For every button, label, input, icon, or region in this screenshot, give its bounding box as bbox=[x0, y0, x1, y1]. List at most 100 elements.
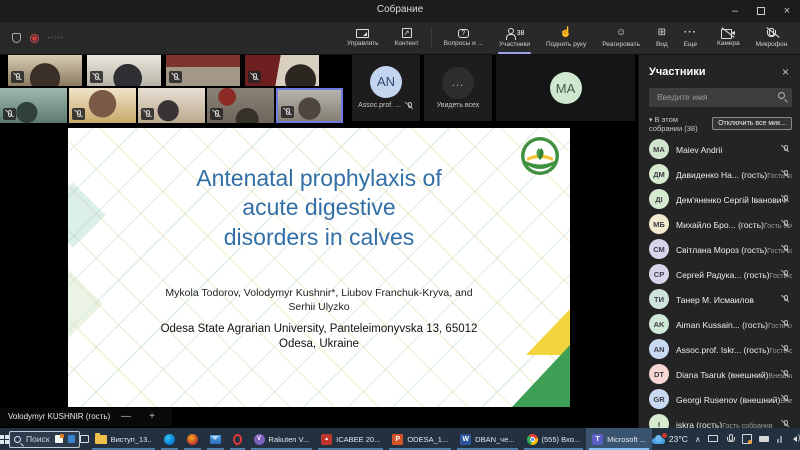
taskbar-app-folder[interactable]: Виступ_13.. bbox=[89, 428, 158, 450]
video-tile[interactable] bbox=[166, 55, 240, 86]
taskbar-app-chrome[interactable]: (555) Вхо... bbox=[521, 428, 587, 450]
meeting-toolbar: --:-- Управлять ↗ Контент ? Вопросы и ..… bbox=[0, 22, 800, 55]
avatar-tile-ma[interactable]: MA bbox=[496, 55, 635, 121]
mic-button[interactable]: Микрофон bbox=[749, 22, 795, 54]
video-tile[interactable] bbox=[138, 88, 205, 123]
participant-row[interactable]: GR Georgi Rusenov (внешний)Внешний bbox=[649, 387, 792, 412]
mute-all-button[interactable]: Отключить все мик... bbox=[712, 117, 792, 130]
video-tile[interactable] bbox=[8, 55, 82, 86]
word-icon: W bbox=[460, 434, 471, 445]
teams-meeting-window: Собрание – × --:-- Управлять ↗ Контент ? bbox=[0, 0, 800, 450]
meeting-stage-area: AN Assoc.prof. ... ... Увидеть всех MA bbox=[0, 55, 638, 428]
mic-off-badge bbox=[141, 108, 154, 120]
video-tile-active-speaker[interactable] bbox=[276, 88, 343, 123]
taskbar-app-firefox[interactable] bbox=[181, 428, 204, 450]
content-icon: ↗ bbox=[402, 28, 412, 38]
presenter-overlay: Volodymyr KUSHNIR (гость) — + bbox=[0, 408, 172, 426]
participant-row[interactable]: СР Сергей Радука... (гость)Гость собрани… bbox=[649, 262, 792, 287]
camera-button[interactable]: Камера bbox=[710, 22, 747, 54]
manage-button[interactable]: Управлять bbox=[340, 22, 386, 54]
view-button[interactable]: ⊞ Вид bbox=[649, 22, 675, 54]
temperature: 23°C bbox=[669, 434, 688, 444]
minimize-button[interactable]: – bbox=[722, 0, 748, 22]
taskbar-app-word[interactable]: W DBAN_че... bbox=[454, 428, 520, 450]
hidden-icons-chevron[interactable]: ∧ bbox=[695, 435, 701, 444]
mic-off-badge bbox=[11, 71, 24, 83]
video-tile[interactable] bbox=[87, 55, 161, 86]
taskbar-app-powerpoint[interactable]: P ODESA_1... bbox=[386, 428, 454, 450]
raise-hand-button[interactable]: ☝ Поднять руку bbox=[539, 22, 593, 54]
participants-list: MA Maiev Andrii ДМ Давиденко На... (гост… bbox=[649, 137, 792, 428]
video-tile[interactable] bbox=[245, 55, 319, 86]
participants-panel: Участники × В этом собрании (38) Отключи… bbox=[638, 55, 800, 428]
more-button[interactable]: ··· Еще bbox=[677, 22, 704, 54]
volume-tray-icon[interactable] bbox=[793, 434, 800, 444]
search-input[interactable] bbox=[649, 88, 792, 107]
participant-row[interactable]: DT Diana Tsaruk (внешний)Внешний bbox=[649, 362, 792, 387]
mic-off-icon bbox=[404, 101, 414, 111]
participants-button[interactable]: 38 Участники bbox=[492, 22, 537, 54]
avatar: MA bbox=[550, 72, 582, 104]
display-tray-icon[interactable] bbox=[708, 434, 718, 444]
taskbar-app-edge[interactable] bbox=[158, 428, 181, 450]
participant-row[interactable]: I iskra (гость)Гость собрания bbox=[649, 412, 792, 428]
slide-decor-green-triangle bbox=[512, 345, 570, 407]
avatar: DT bbox=[649, 364, 669, 384]
system-tray: 23°C ∧ РУС 15:10 bbox=[652, 434, 800, 444]
panel-title: Участники bbox=[649, 66, 706, 78]
taskbar-app-mail[interactable] bbox=[204, 428, 227, 450]
mic-off-badge bbox=[90, 71, 103, 83]
search-highlights-icon bbox=[55, 435, 63, 443]
participant-row[interactable]: ТИ Танер М. Исмаилов bbox=[649, 287, 792, 312]
participant-row[interactable]: MA Maiev Andrii bbox=[649, 137, 792, 162]
share-button[interactable]: ↑ Поделиться bbox=[796, 22, 800, 54]
mic-off-icon bbox=[780, 319, 790, 329]
section-label[interactable]: В этом собрании (38) bbox=[649, 115, 712, 133]
mic-tray-icon[interactable] bbox=[725, 434, 735, 444]
task-view-button[interactable] bbox=[80, 428, 89, 450]
avatar-tile-an[interactable]: AN Assoc.prof. ... bbox=[352, 55, 420, 121]
weather-widget[interactable]: 23°C bbox=[652, 434, 688, 444]
opera-icon bbox=[233, 434, 242, 445]
react-button[interactable]: ☺ Реагировать bbox=[595, 22, 647, 54]
titlebar: Собрание – × bbox=[0, 0, 800, 22]
panel-close-icon[interactable]: × bbox=[779, 65, 792, 79]
video-tile[interactable] bbox=[207, 88, 274, 123]
zoom-out-button[interactable]: — bbox=[114, 411, 138, 422]
questions-button[interactable]: ? Вопросы и ... bbox=[437, 22, 490, 54]
zoom-in-button[interactable]: + bbox=[142, 411, 162, 422]
start-button[interactable] bbox=[0, 428, 9, 450]
battery-tray-icon[interactable] bbox=[759, 434, 769, 444]
presentation-slide: Antenatal prophylaxis of acute digestive… bbox=[68, 128, 570, 407]
video-tile[interactable] bbox=[0, 88, 67, 123]
mic-off-icon bbox=[780, 269, 790, 279]
taskbar-app-teams[interactable]: T Microsoft ... bbox=[586, 428, 652, 450]
close-button[interactable]: × bbox=[774, 0, 800, 22]
participant-search bbox=[649, 87, 792, 107]
see-all-label: Увидеть всех bbox=[437, 102, 480, 109]
search-icon bbox=[14, 436, 21, 443]
taskbar-app-pdf[interactable]: ▲ ICABEE 20... bbox=[315, 428, 386, 450]
mic-off-badge bbox=[210, 108, 223, 120]
video-tile[interactable] bbox=[69, 88, 136, 123]
taskbar-app-opera[interactable] bbox=[227, 428, 248, 450]
folder-icon bbox=[95, 435, 107, 444]
participant-row[interactable]: СМ Світлана Мороз (гость)Гость собрания bbox=[649, 237, 792, 262]
active-indicator bbox=[498, 52, 531, 54]
participant-row[interactable]: ДІ Дем'яненко Сергій Іванович bbox=[649, 187, 792, 212]
maximize-button[interactable] bbox=[748, 0, 774, 22]
qa-icon: ? bbox=[458, 29, 469, 38]
participant-row[interactable]: ДМ Давиденко На... (гость)Гость собрания bbox=[649, 162, 792, 187]
windows-taskbar: Поиск Виступ_13.. V Rakuten V... bbox=[0, 428, 800, 450]
content-button[interactable]: ↗ Контент bbox=[388, 22, 426, 54]
participant-row[interactable]: МБ Михайло Бро... (гость)Гость собрания bbox=[649, 212, 792, 237]
participant-row[interactable]: AN Assoc.prof. Iskr... (гость)Гость собр… bbox=[649, 337, 792, 362]
taskbar-app-viber[interactable]: V Rakuten V... bbox=[248, 428, 316, 450]
network-tray-icon[interactable] bbox=[776, 434, 786, 444]
snip-tray-icon[interactable] bbox=[742, 434, 752, 444]
viber-icon: V bbox=[254, 434, 265, 445]
see-all-tile[interactable]: ... Увидеть всех bbox=[424, 55, 492, 121]
taskbar-search[interactable]: Поиск bbox=[9, 431, 80, 448]
chrome-icon bbox=[527, 434, 538, 445]
participant-row[interactable]: AK Aiman Kussain... (гость)Гость собрани… bbox=[649, 312, 792, 337]
